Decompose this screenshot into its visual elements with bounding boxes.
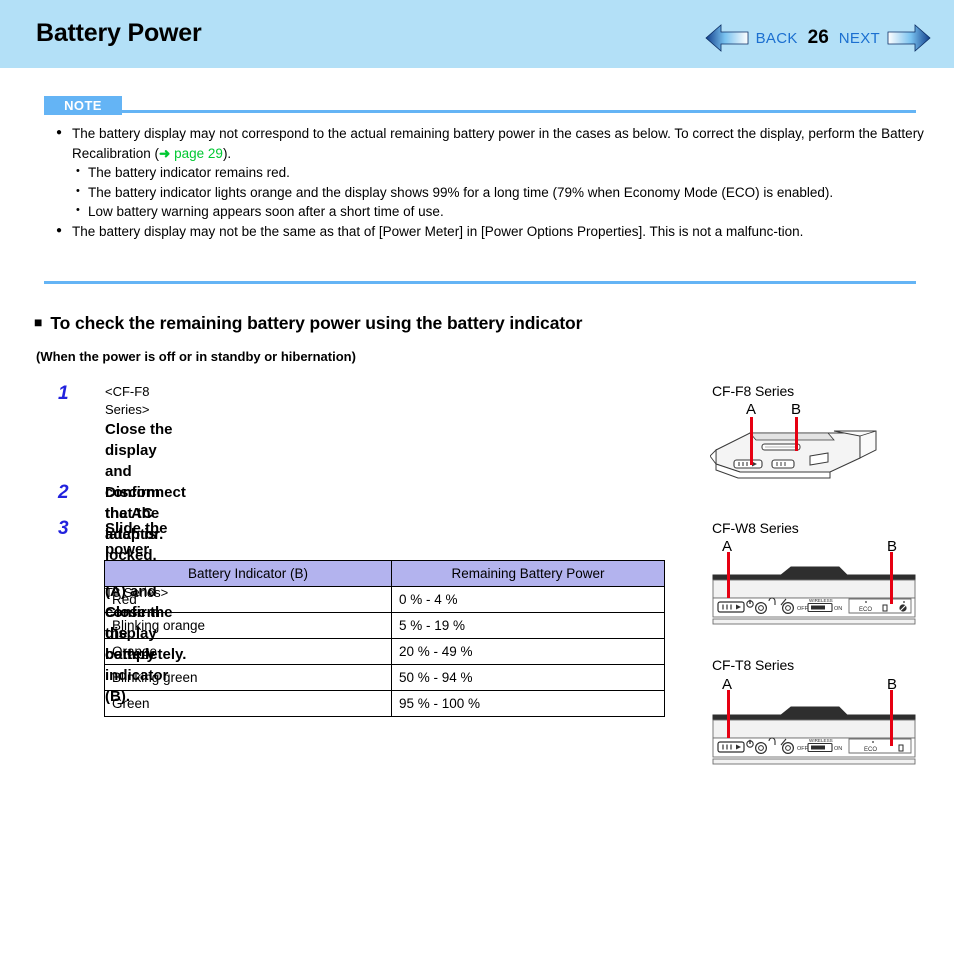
svg-text:OFF: OFF [797, 606, 809, 612]
table-cell-power: 5 % - 19 % [391, 612, 665, 639]
current-page-number: 26 [807, 27, 829, 48]
table-row: Green 95 % - 100 % [104, 690, 665, 717]
callout-label-b-cf-f8: B [791, 401, 802, 418]
illustration-cf-w8: OFF WIRELESS ON ECO [711, 563, 917, 632]
callout-line-b-cf-t8 [890, 690, 893, 746]
table-col-header-power: Remaining Battery Power [391, 560, 665, 587]
note-rule-top [122, 110, 916, 113]
page-29-link[interactable]: page 29 [174, 146, 223, 161]
table-row: Orange 20 % - 49 % [104, 638, 665, 665]
table-cell-indicator: Orange [104, 638, 392, 665]
illustration-title-cf-t8: CF-T8 Series [712, 657, 795, 673]
table-cell-indicator: Blinking orange [104, 612, 392, 639]
table-cell-indicator: Blinking green [104, 664, 392, 691]
section-marker-icon: ■ [34, 314, 43, 330]
table-header-row: Battery Indicator (B) Remaining Battery … [104, 560, 665, 587]
table-cell-indicator: Green [104, 690, 392, 717]
table-cell-indicator: Red [104, 586, 392, 613]
callout-line-a-cf-f8 [750, 417, 753, 465]
back-button-label[interactable]: BACK [756, 30, 798, 47]
section-heading-text: To check the remaining battery power usi… [50, 313, 583, 333]
note-bullet-1-suffix: ). [222, 145, 232, 161]
note-sub-bullet-3: Low battery warning appears soon after a… [44, 201, 924, 222]
illustration-title-cf-f8: CF-F8 Series [712, 383, 795, 399]
svg-text:WIRELESS: WIRELESS [809, 738, 833, 743]
table-row: Red 0 % - 4 % [104, 586, 665, 613]
callout-line-b-cf-w8 [890, 552, 893, 604]
next-button-label[interactable]: NEXT [839, 30, 880, 47]
illustration-cf-t8: OFF WIRELESS ON ECO [711, 703, 917, 772]
table-cell-power: 20 % - 49 % [391, 638, 665, 665]
note-bullet-1: The battery display may not correspond t… [44, 123, 924, 163]
table-cell-power: 95 % - 100 % [391, 690, 665, 717]
step-1-line-1: <CF-F8 Series> [105, 384, 150, 417]
svg-text:ECO: ECO [859, 607, 872, 613]
note-bullet-2: The battery display may not be the same … [44, 221, 924, 242]
table-row: Blinking orange 5 % - 19 % [104, 612, 665, 639]
note-body: The battery display may not correspond t… [44, 123, 924, 242]
note-sub-bullet-2: The battery indicator lights orange and … [44, 182, 924, 203]
svg-text:ON: ON [834, 606, 842, 612]
svg-text:ON: ON [834, 746, 842, 752]
callout-line-a-cf-w8 [727, 552, 730, 598]
callout-line-a-cf-t8 [727, 690, 730, 738]
section-heading: ■ To check the remaining battery power us… [34, 313, 582, 334]
battery-indicator-table: Battery Indicator (B) Remaining Battery … [104, 560, 665, 717]
note-sub-bullet-1: The battery indicator remains red. [44, 162, 924, 183]
table-cell-power: 50 % - 94 % [391, 664, 665, 691]
table-col-header-indicator: Battery Indicator (B) [104, 560, 392, 587]
table-cell-power: 0 % - 4 % [391, 586, 665, 613]
section-subheading: (When the power is off or in standby or … [36, 349, 356, 364]
next-arrow-icon[interactable] [886, 24, 932, 52]
page-link-arrow-icon: ➜ [159, 145, 171, 161]
svg-text:ECO: ECO [864, 747, 877, 753]
callout-line-b-cf-f8 [795, 417, 798, 451]
illustration-cf-f8 [709, 420, 890, 493]
note-badge: NOTE [44, 96, 122, 115]
page-title: Battery Power [36, 19, 202, 47]
svg-text:WIRELESS: WIRELESS [809, 598, 833, 603]
step-1-number: 1 [58, 383, 69, 404]
step-2-number: 2 [58, 482, 69, 503]
illustration-title-cf-w8: CF-W8 Series [712, 520, 799, 536]
svg-text:OFF: OFF [797, 746, 809, 752]
step-3-number: 3 [58, 518, 69, 539]
back-arrow-icon[interactable] [704, 24, 750, 52]
note-rule-bottom [44, 281, 916, 284]
page-navigation: BACK 26 NEXT [704, 24, 932, 52]
table-row: Blinking green 50 % - 94 % [104, 664, 665, 691]
callout-label-a-cf-f8: A [746, 401, 757, 418]
